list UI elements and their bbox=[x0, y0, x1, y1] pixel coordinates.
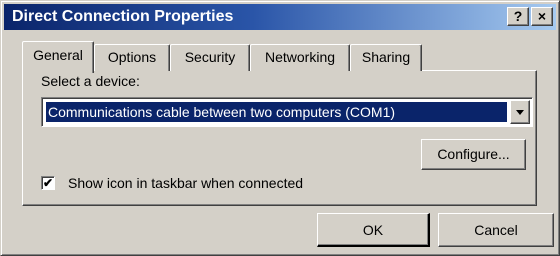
tab-label: Options bbox=[107, 49, 157, 65]
help-button[interactable]: ? bbox=[507, 7, 529, 26]
configure-button[interactable]: Configure... bbox=[421, 139, 526, 170]
device-select-value: Communications cable between two compute… bbox=[46, 102, 507, 122]
show-icon-label[interactable]: Show icon in taskbar when connected bbox=[68, 175, 303, 191]
tab-sharing[interactable]: Sharing bbox=[350, 44, 422, 71]
help-icon: ? bbox=[513, 8, 523, 24]
tab-networking[interactable]: Networking bbox=[250, 44, 350, 71]
tab-label: Security bbox=[184, 49, 236, 65]
tab-security[interactable]: Security bbox=[170, 44, 250, 71]
tab-label: Sharing bbox=[361, 49, 411, 65]
cancel-button[interactable]: Cancel bbox=[438, 213, 554, 247]
select-device-label: Select a device: bbox=[41, 73, 140, 89]
close-button[interactable]: × bbox=[531, 7, 553, 26]
window-title: Direct Connection Properties bbox=[12, 8, 234, 25]
close-icon: × bbox=[537, 8, 547, 24]
tab-label: General bbox=[33, 47, 83, 63]
tab-general[interactable]: General bbox=[22, 41, 94, 73]
ok-button[interactable]: OK bbox=[317, 213, 430, 247]
title-bar[interactable]: Direct Connection Properties ? × bbox=[4, 4, 556, 30]
checkmark-icon: ✔ bbox=[42, 176, 54, 190]
device-select[interactable]: Communications cable between two compute… bbox=[41, 97, 533, 127]
chevron-down-icon bbox=[516, 110, 524, 115]
tab-options[interactable]: Options bbox=[94, 44, 170, 71]
tab-label: Networking bbox=[264, 49, 336, 65]
dropdown-button[interactable] bbox=[510, 100, 530, 124]
show-icon-checkbox[interactable]: ✔ bbox=[41, 176, 55, 190]
